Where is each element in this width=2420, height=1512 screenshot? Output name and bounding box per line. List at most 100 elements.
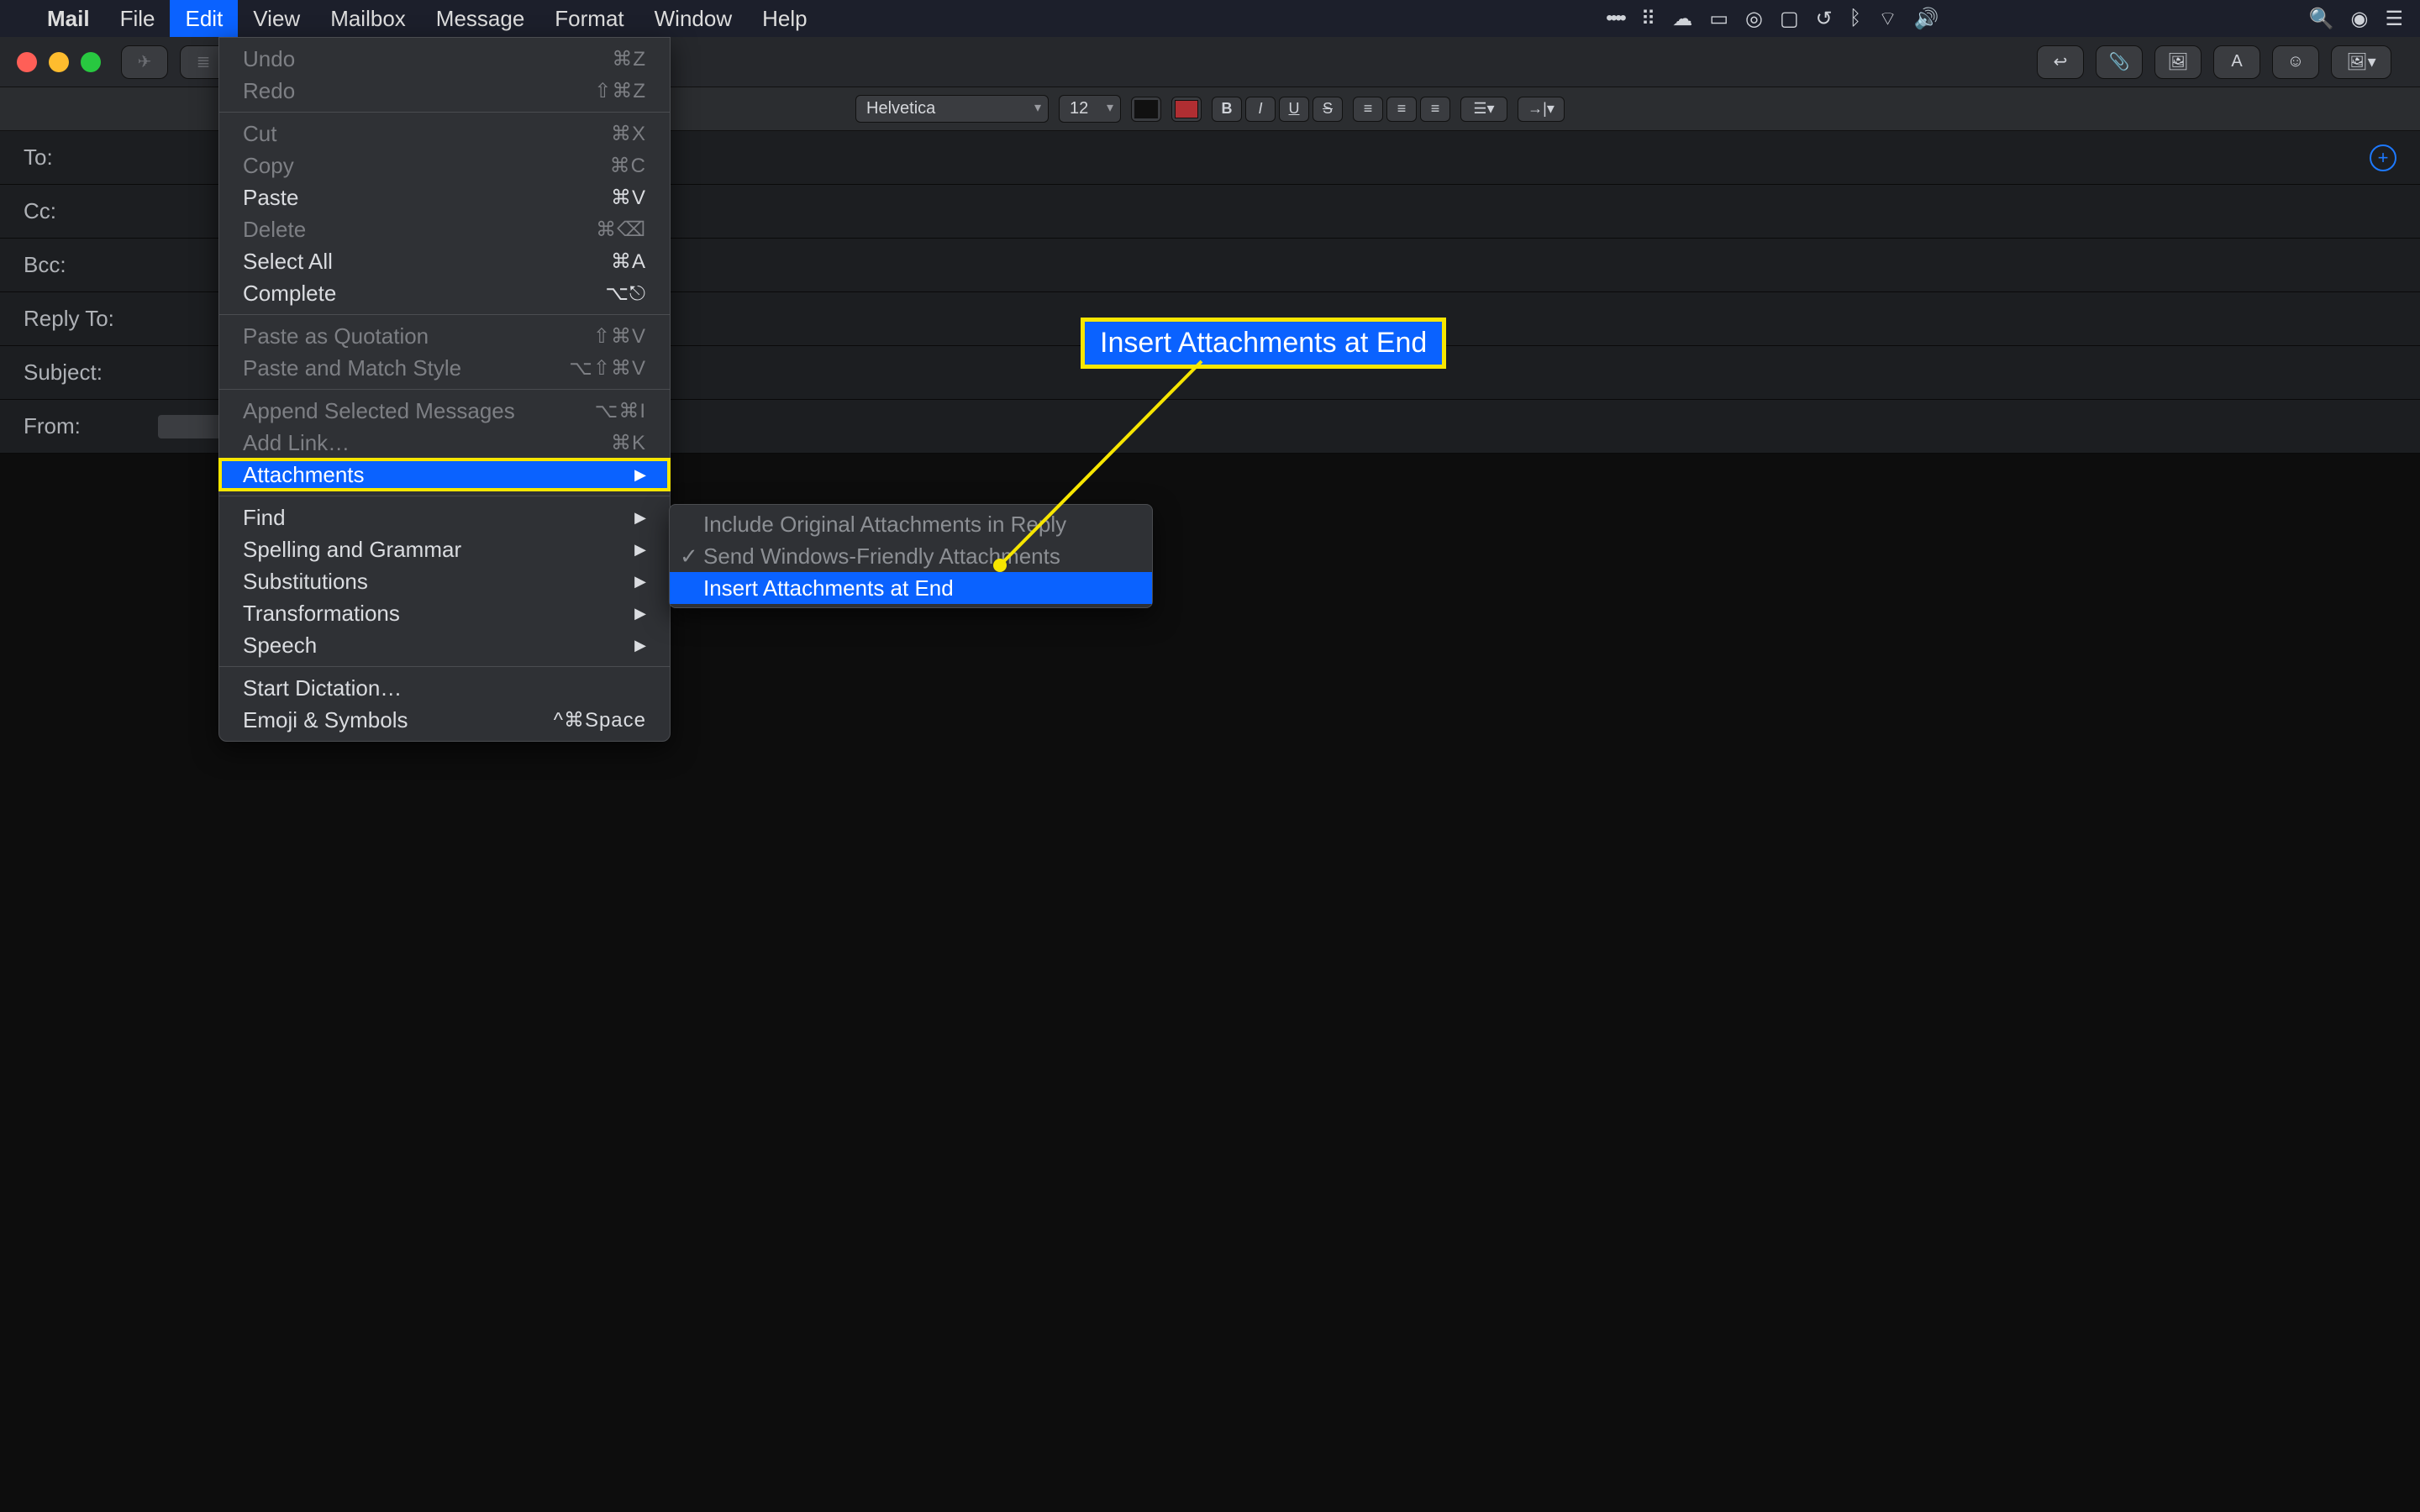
indent-button[interactable]: →|▾ [1518, 97, 1565, 122]
edit-menu-item[interactable]: Substitutions ▶ [219, 565, 670, 597]
menu-item-label: Emoji & Symbols [243, 707, 408, 733]
edit-menu-item[interactable]: Complete⌥⎋ [219, 277, 670, 309]
window-controls [17, 52, 121, 72]
menu-shortcut: ⌥⎋ [605, 281, 646, 306]
menu-help[interactable]: Help [747, 0, 822, 37]
minimize-window-button[interactable] [49, 52, 69, 72]
airplay-icon[interactable]: ▢ [1780, 7, 1799, 31]
align-right-button[interactable]: ≡ [1420, 97, 1450, 122]
strike-button[interactable]: S [1313, 97, 1343, 122]
submenu-arrow-icon: ▶ [634, 509, 646, 527]
menu-shortcut: ⌘A [611, 249, 646, 274]
send-button[interactable]: ✈ [121, 45, 168, 79]
submenu-item-label: Send Windows-Friendly Attachments [703, 543, 1060, 570]
list-style-button[interactable]: ☰▾ [1460, 97, 1507, 122]
edit-menu-item[interactable]: Find ▶ [219, 501, 670, 533]
attachments-submenu-item: Include Original Attachments in Reply [670, 508, 1152, 540]
menu-item-label: Undo [243, 46, 295, 72]
timemachine-icon[interactable]: ↺ [1816, 7, 1833, 31]
underline-button[interactable]: U [1279, 97, 1309, 122]
attachments-submenu-item[interactable]: Insert Attachments at End [670, 572, 1152, 604]
menu-item-label: Substitutions [243, 569, 368, 595]
control-center-icon[interactable]: ☰ [2385, 7, 2403, 31]
bold-button[interactable]: B [1212, 97, 1242, 122]
edit-menu-item[interactable]: Paste⌘V [219, 181, 670, 213]
display-icon[interactable]: ▭ [1709, 7, 1728, 31]
align-left-button[interactable]: ≡ [1353, 97, 1383, 122]
text-color-button[interactable] [1131, 97, 1161, 122]
edit-menu-item: Append Selected Messages ⌥⌘I [219, 395, 670, 427]
edit-menu-item: Undo⌘Z [219, 43, 670, 75]
edit-menu-dropdown: Undo⌘ZRedo⇧⌘ZCut⌘XCopy⌘CPaste⌘VDelete⌘⌫S… [218, 37, 671, 742]
font-size-select[interactable]: 12 [1059, 95, 1121, 123]
app-name[interactable]: Mail [32, 6, 105, 32]
attach-button[interactable]: 📎 [2096, 45, 2143, 79]
menu-mailbox[interactable]: Mailbox [315, 0, 421, 37]
edit-menu-item[interactable]: Speech▶ [219, 629, 670, 661]
align-center-button[interactable]: ≡ [1386, 97, 1417, 122]
menu-edit[interactable]: Edit [170, 0, 238, 37]
compose-window: ✈ ≣ ↩ 📎 🖼 A ☺ 🖼▾ Helvetica 12 B [0, 37, 2420, 1512]
add-recipient-button[interactable]: + [2370, 144, 2396, 171]
siri-icon[interactable]: ◉ [2351, 7, 2369, 31]
menu-format[interactable]: Format [539, 0, 639, 37]
submenu-arrow-icon: ▶ [634, 637, 646, 654]
font-family-select[interactable]: Helvetica [855, 95, 1049, 123]
menu-item-label: Start Dictation… [243, 675, 402, 701]
attachments-submenu: Include Original Attachments in Reply✓Se… [669, 504, 1153, 608]
close-window-button[interactable] [17, 52, 37, 72]
edit-menu-item[interactable]: Select All⌘A [219, 245, 670, 277]
bg-color-button[interactable] [1171, 97, 1202, 122]
subject-label: Subject: [24, 360, 158, 386]
edit-menu-item[interactable]: Attachments▶ [219, 459, 670, 491]
spotlight-icon[interactable]: 🔍 [2309, 7, 2334, 31]
dropbox-icon[interactable]: ⠿ [1641, 7, 1656, 31]
menu-shortcut: ⌥⇧⌘V [569, 356, 646, 381]
edit-menu-item[interactable]: Spelling and Grammar ▶ [219, 533, 670, 565]
menu-message[interactable]: Message [421, 0, 540, 37]
cloud-upload-icon[interactable]: ☁ [1672, 7, 1692, 31]
volume-icon[interactable]: 🔊 [1914, 7, 1939, 31]
italic-button[interactable]: I [1245, 97, 1276, 122]
send-icon: ✈ [138, 51, 152, 72]
macos-menubar: Mail File Edit View Mailbox Message Form… [0, 0, 2420, 37]
menu-view[interactable]: View [238, 0, 315, 37]
menu-file[interactable]: File [105, 0, 171, 37]
photo-browser-dropdown[interactable]: 🖼▾ [2331, 45, 2391, 79]
format-toggle-button[interactable]: A [2213, 45, 2260, 79]
creative-cloud-icon[interactable]: ◎ [1745, 7, 1763, 31]
edit-menu-item[interactable]: Start Dictation… [219, 672, 670, 704]
zoom-window-button[interactable] [81, 52, 101, 72]
wifi-icon[interactable]: ⌔ [1878, 6, 1897, 31]
menu-item-label: Find [243, 505, 286, 531]
attachments-submenu-item: ✓Send Windows-Friendly Attachments [670, 540, 1152, 572]
menu-shortcut: ^⌘Space [554, 708, 646, 732]
edit-menu-item: Delete⌘⌫ [219, 213, 670, 245]
menu-shortcut: ⇧⌘Z [594, 79, 646, 103]
overflow-icon[interactable]: •••• [1606, 7, 1624, 30]
edit-menu-item: Copy ⌘C [219, 150, 670, 181]
edit-menu-item[interactable]: Transformations▶ [219, 597, 670, 629]
menu-window[interactable]: Window [639, 0, 747, 37]
menu-item-label: Paste [243, 185, 299, 211]
emoji-button[interactable]: ☺ [2272, 45, 2319, 79]
submenu-item-label: Include Original Attachments in Reply [703, 512, 1066, 538]
reply-button[interactable]: ↩ [2037, 45, 2084, 79]
menu-item-label: Append Selected Messages [243, 398, 515, 424]
menu-shortcut: ⌘C [610, 154, 646, 178]
insert-photo-button[interactable]: 🖼 [2154, 45, 2202, 79]
checkmark-icon: ✓ [680, 543, 698, 570]
bluetooth-icon[interactable]: ᛒ [1849, 7, 1861, 30]
menu-shortcut: ⌘⌫ [596, 218, 646, 242]
edit-menu-item[interactable]: Emoji & Symbols ^⌘Space [219, 704, 670, 736]
submenu-arrow-icon: ▶ [634, 573, 646, 591]
menu-item-label: Spelling and Grammar [243, 537, 461, 563]
annotation-callout: Insert Attachments at End [1081, 318, 1446, 369]
menu-item-label: Copy [243, 153, 294, 179]
emoji-icon: ☺ [2287, 52, 2304, 71]
edit-menu-item: Cut⌘X [219, 118, 670, 150]
submenu-arrow-icon: ▶ [634, 541, 646, 559]
bcc-label: Bcc: [24, 252, 158, 278]
menu-shortcut: ⌥⌘I [595, 399, 646, 423]
annotation-dot-icon [993, 559, 1007, 572]
